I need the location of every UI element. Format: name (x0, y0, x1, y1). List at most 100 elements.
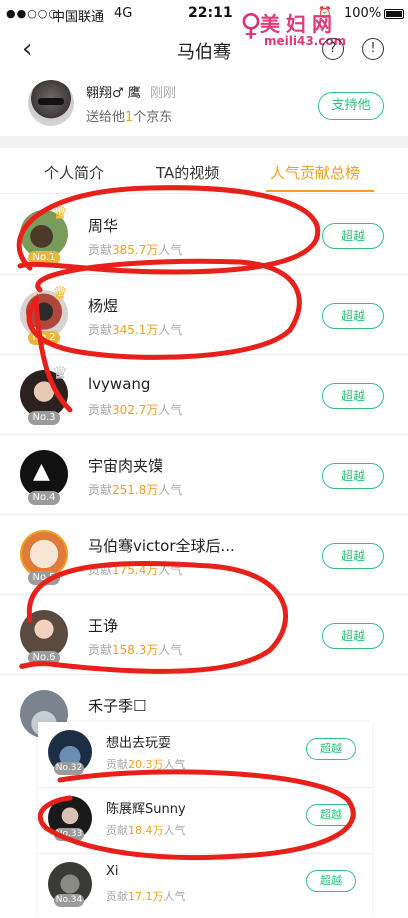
rank-badge: No.1 (28, 251, 60, 265)
section-divider (0, 136, 408, 148)
surpass-button[interactable]: 超越 (322, 383, 384, 409)
contribution-text: 贡献18.4万人气 (106, 822, 186, 838)
gift-text: 送给他1个京东 (86, 106, 172, 125)
clock: 22:11 (188, 5, 233, 21)
tab-profile[interactable]: 个人简介 (44, 162, 104, 183)
surpass-button[interactable]: 超越 (322, 543, 384, 569)
question-icon[interactable]: ? (322, 38, 344, 60)
rank-badge: No.5 (28, 571, 60, 585)
gift-suffix: 个京东 (133, 110, 173, 125)
list-item[interactable]: 禾子季☐ (0, 675, 408, 738)
tab-videos[interactable]: TA的视频 (156, 162, 219, 183)
user-name: 周华 (88, 217, 119, 235)
contribution-text: 贡献175.4万人气 (88, 561, 182, 578)
list-item[interactable]: No.34 Xi 贡献17.1万人气 超越 (38, 854, 372, 918)
list-item[interactable]: No.33 陈展辉Sunny 贡献18.4万人气 超越 (38, 788, 372, 854)
contrib-value: 18.4万 (128, 824, 164, 837)
surpass-button[interactable]: 超越 (322, 463, 384, 489)
contrib-prefix: 贡献 (88, 563, 113, 577)
contrib-prefix: 贡献 (88, 323, 113, 337)
list-item[interactable]: ♛ No.2 杨煜 贡献345.1万人气 超越 (0, 275, 408, 355)
contrib-suffix: 人气 (158, 323, 183, 337)
contrib-suffix: 人气 (163, 758, 186, 771)
contribution-text: 贡献345.1万人气 (88, 321, 182, 338)
contrib-prefix: 贡献 (106, 824, 128, 837)
info-icon[interactable]: ! (362, 38, 384, 60)
nav-bar: ‹ 马伯骞 ? ! (0, 30, 408, 70)
timestamp: 刚刚 (150, 86, 177, 101)
gift-profile: 翱翔♂ 鹰 刚刚 送给他1个京东 支持他 (0, 74, 408, 136)
user-name: 陈展辉Sunny (106, 802, 186, 817)
user-name: 禾子季☐ (88, 697, 147, 715)
contrib-suffix: 人气 (158, 403, 183, 417)
contrib-value: 158.3万 (112, 643, 159, 657)
contrib-value: 345.1万 (112, 323, 159, 337)
contrib-suffix: 人气 (163, 890, 186, 903)
contribution-text: 贡献385.7万人气 (88, 241, 182, 258)
lower-ranking-panel: No.32 想出去玩耍 贡献20.3万人气 超越 No.33 陈展辉Sunny … (38, 722, 372, 918)
contrib-prefix: 贡献 (88, 483, 113, 497)
crown-icon: ♛ (52, 203, 69, 224)
rank-badge: No.4 (28, 491, 60, 505)
list-item[interactable]: ♛ No.3 lvywang 贡献302.7万人气 超越 (0, 355, 408, 435)
page-title: 马伯骞 (177, 42, 231, 63)
contribution-text: 贡献17.1万人气 (106, 888, 186, 904)
contrib-value: 302.7万 (112, 403, 159, 417)
user-name: 王诤 (88, 617, 119, 635)
gift-prefix: 送给他 (86, 110, 126, 125)
tab-ranking[interactable]: 人气贡献总榜 (270, 162, 360, 183)
surpass-button[interactable]: 超越 (322, 223, 384, 249)
active-tab-indicator (266, 190, 374, 192)
contrib-prefix: 贡献 (88, 643, 113, 657)
crown-icon: ♛ (52, 283, 69, 304)
user-name: lvywang (88, 375, 151, 393)
contrib-suffix: 人气 (163, 824, 186, 837)
user-name: 翱翔♂ 鹰 (86, 86, 141, 101)
contribution-text: 贡献158.3万人气 (88, 641, 182, 658)
contrib-value: 175.4万 (112, 563, 159, 577)
rank-badge: No.3 (28, 411, 60, 425)
crown-icon: ♛ (52, 363, 69, 384)
contrib-suffix: 人气 (158, 643, 183, 657)
list-item[interactable]: ♛ No.1 周华 贡献385.7万人气 超越 (0, 195, 408, 275)
contrib-prefix: 贡献 (106, 758, 128, 771)
rank-badge: No.33 (54, 828, 84, 841)
contrib-prefix: 贡献 (88, 243, 113, 257)
contrib-value: 385.7万 (112, 243, 159, 257)
list-item[interactable]: No.5 马伯骞victor全球后... 贡献175.4万人气 超越 (0, 515, 408, 595)
contrib-value: 17.1万 (128, 890, 164, 903)
contrib-prefix: 贡献 (106, 890, 128, 903)
rank-badge: No.2 (28, 331, 60, 345)
contribution-text: 贡献20.3万人气 (106, 756, 186, 772)
contribution-text: 贡献251.8万人气 (88, 481, 182, 498)
contrib-suffix: 人气 (158, 563, 183, 577)
contrib-suffix: 人气 (158, 483, 183, 497)
contribution-text: 贡献302.7万人气 (88, 401, 182, 418)
network-label: 4G (114, 6, 133, 21)
rank-badge: No.32 (54, 762, 84, 775)
tab-bar: 个人简介 TA的视频 人气贡献总榜 (0, 148, 408, 194)
contrib-value: 251.8万 (112, 483, 159, 497)
user-name: 马伯骞victor全球后... (88, 537, 235, 555)
avatar[interactable] (28, 80, 74, 126)
contrib-prefix: 贡献 (88, 403, 113, 417)
surpass-button[interactable]: 超越 (306, 804, 356, 826)
surpass-button[interactable]: 超越 (306, 870, 356, 892)
list-item[interactable]: No.4 宇宙肉夹馍 贡献251.8万人气 超越 (0, 435, 408, 515)
support-button[interactable]: 支持他 (318, 92, 384, 120)
battery-icon (384, 9, 404, 19)
carrier-label: 中国联通 (52, 10, 105, 25)
rank-badge: No.6 (28, 651, 60, 665)
surpass-button[interactable]: 超越 (322, 623, 384, 649)
user-name: 想出去玩耍 (106, 736, 172, 751)
rank-badge: No.34 (54, 894, 84, 907)
user-name: 宇宙肉夹馍 (88, 457, 164, 475)
list-item[interactable]: No.6 王诤 贡献158.3万人气 超越 (0, 595, 408, 675)
surpass-button[interactable]: 超越 (322, 303, 384, 329)
user-name: 杨煜 (88, 297, 119, 315)
list-item[interactable]: No.32 想出去玩耍 贡献20.3万人气 超越 (38, 722, 372, 788)
contrib-value: 20.3万 (128, 758, 164, 771)
contrib-suffix: 人气 (158, 243, 183, 257)
surpass-button[interactable]: 超越 (306, 738, 356, 760)
user-name: Xi (106, 864, 119, 879)
